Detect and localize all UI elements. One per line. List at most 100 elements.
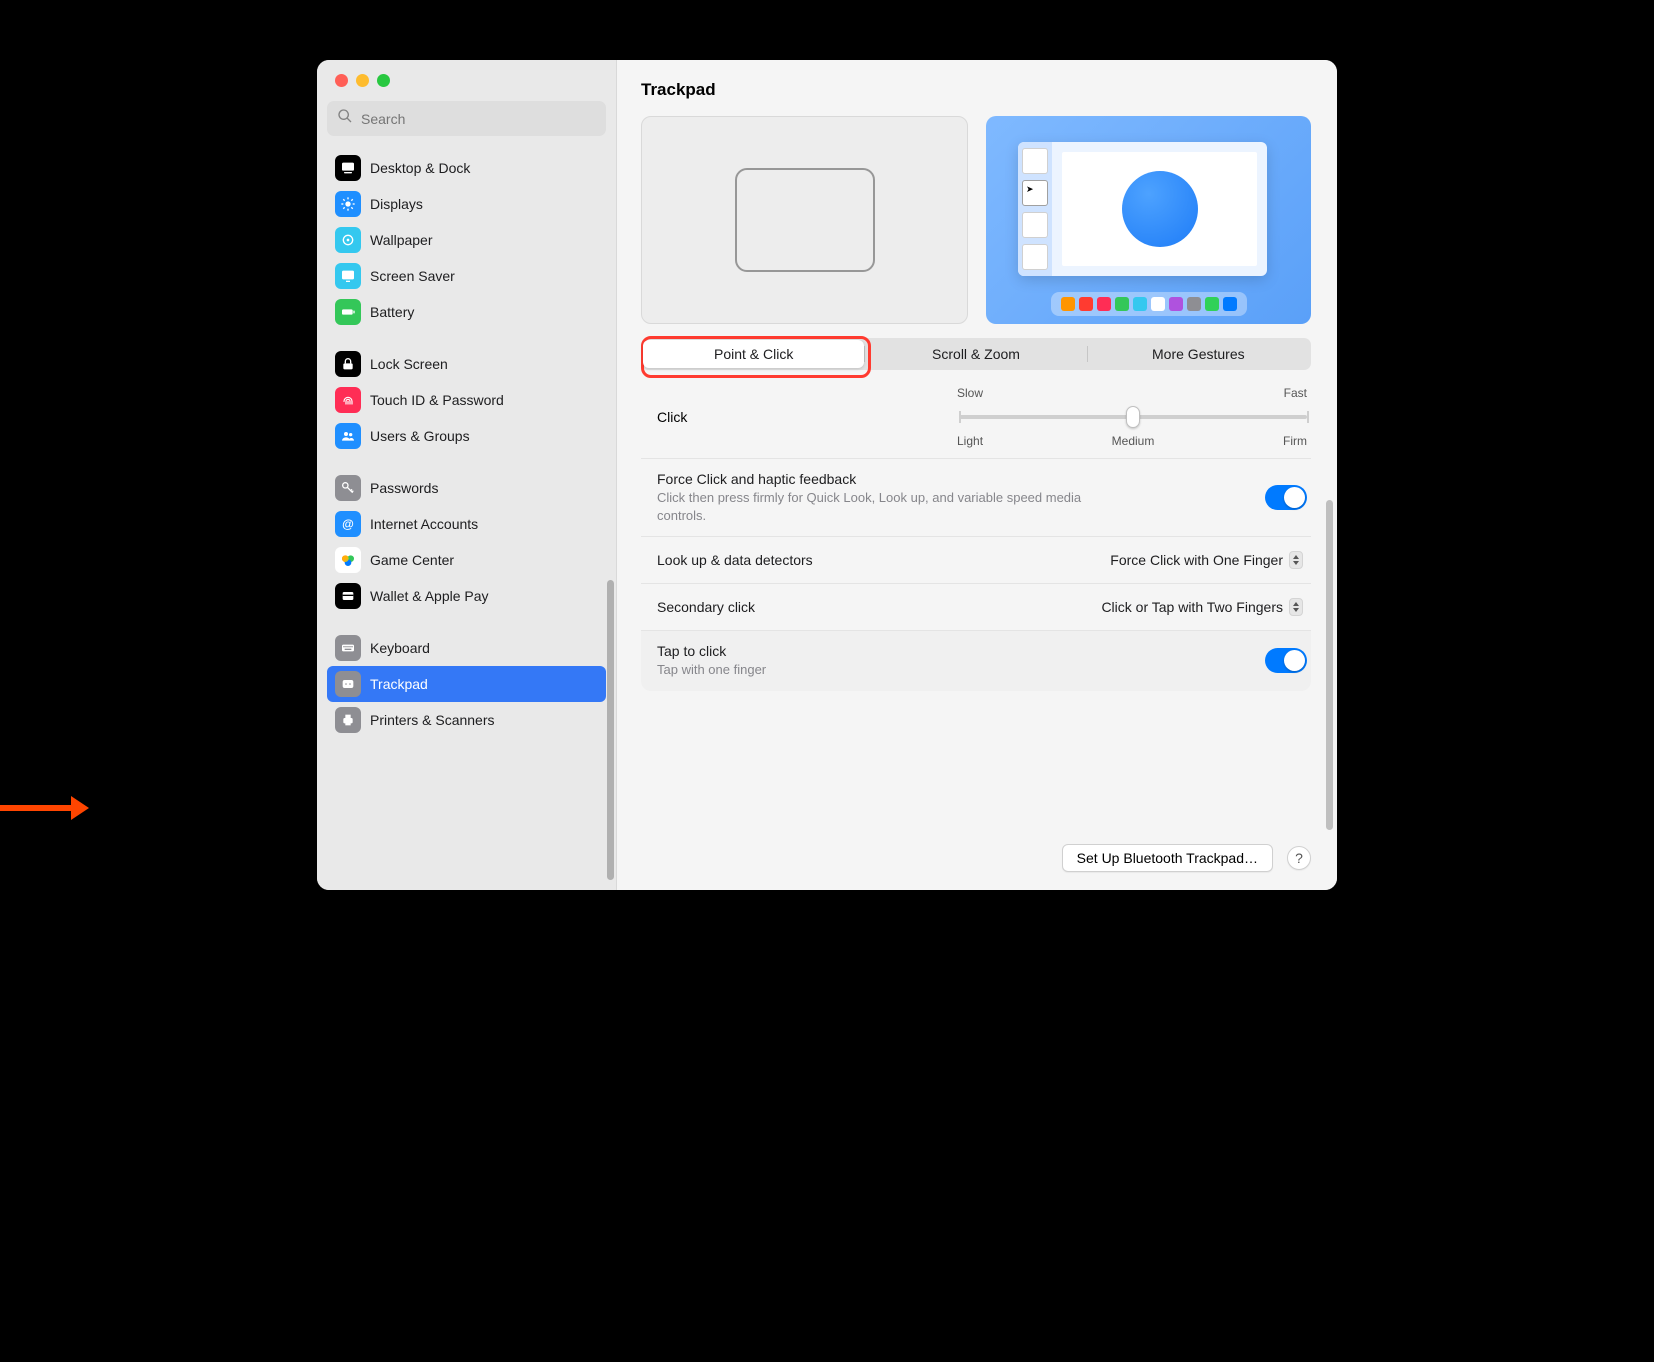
window-controls	[327, 74, 606, 101]
sidebar-item-trackpad[interactable]: Trackpad	[327, 666, 606, 702]
search-input[interactable]	[359, 110, 596, 128]
at-icon: @	[335, 511, 361, 537]
sidebar-item-label: Touch ID & Password	[370, 392, 504, 408]
click-max-label: Firm	[1283, 434, 1307, 448]
sidebar-scrollbar[interactable]	[607, 580, 614, 880]
help-button[interactable]: ?	[1287, 846, 1311, 870]
sidebar-item-label: Keyboard	[370, 640, 430, 656]
force-click-row: Force Click and haptic feedback Click th…	[641, 459, 1311, 537]
demo-dock-item	[1169, 297, 1183, 311]
tap-to-click-row: Tap to click Tap with one finger	[641, 631, 1311, 691]
tab-more-gestures[interactable]: More Gestures	[1088, 340, 1309, 368]
main-scrollbar[interactable]	[1326, 500, 1333, 830]
preview-row: ➤	[641, 116, 1311, 324]
lookup-title: Look up & data detectors	[657, 552, 813, 568]
fullscreen-button[interactable]	[377, 74, 390, 87]
footer: Set Up Bluetooth Trackpad… ?	[641, 832, 1311, 872]
key-icon	[335, 475, 361, 501]
demo-dock	[1051, 292, 1247, 316]
click-min-label: Light	[957, 434, 983, 448]
secondary-click-select[interactable]: Click or Tap with Two Fingers	[1097, 596, 1307, 618]
tab-scroll-zoom[interactable]: Scroll & Zoom	[865, 340, 1086, 368]
demo-thumb	[1022, 148, 1048, 174]
demo-thumb	[1022, 244, 1048, 270]
chevrons-icon	[1289, 551, 1303, 569]
force-click-subtitle: Click then press firmly for Quick Look, …	[657, 489, 1117, 524]
sidebar-item-touch-id-password[interactable]: Touch ID & Password	[327, 382, 606, 418]
trackpad-preview	[641, 116, 968, 324]
search-field[interactable]	[327, 101, 606, 136]
screensaver-icon	[335, 263, 361, 289]
demo-dock-item	[1079, 297, 1093, 311]
sidebar-item-displays[interactable]: Displays	[327, 186, 606, 222]
tap-to-click-title: Tap to click	[657, 643, 766, 659]
demo-thumb	[1022, 212, 1048, 238]
tab-bar: Point & Click Scroll & Zoom More Gesture…	[641, 338, 1311, 370]
lock-icon	[335, 351, 361, 377]
demo-dock-item	[1223, 297, 1237, 311]
sidebar-item-users-groups[interactable]: Users & Groups	[327, 418, 606, 454]
secondary-click-title: Secondary click	[657, 599, 755, 615]
demo-dock-item	[1133, 297, 1147, 311]
click-mid-label: Medium	[1112, 434, 1155, 448]
minimize-button[interactable]	[356, 74, 369, 87]
keyboard-icon	[335, 635, 361, 661]
svg-text:@: @	[342, 517, 354, 531]
wallet-icon	[335, 583, 361, 609]
force-click-toggle[interactable]	[1265, 485, 1307, 510]
secondary-click-row: Secondary click Click or Tap with Two Fi…	[641, 584, 1311, 631]
tracking-max-label: Fast	[1284, 386, 1307, 400]
sidebar-item-battery[interactable]: Battery	[327, 294, 606, 330]
force-click-title: Force Click and haptic feedback	[657, 471, 1117, 487]
demo-circle-icon	[1122, 171, 1198, 247]
demo-dock-item	[1205, 297, 1219, 311]
close-button[interactable]	[335, 74, 348, 87]
sidebar-item-passwords[interactable]: Passwords	[327, 470, 606, 506]
users-icon	[335, 423, 361, 449]
secondary-click-value: Click or Tap with Two Fingers	[1101, 599, 1283, 615]
sidebar-item-label: Screen Saver	[370, 268, 455, 284]
sidebar-item-label: Wallet & Apple Pay	[370, 588, 489, 604]
sidebar-item-lock-screen[interactable]: Lock Screen	[327, 346, 606, 382]
click-slider-label: Click	[657, 409, 937, 425]
trackpad-icon	[335, 671, 361, 697]
gamecenter-icon	[335, 547, 361, 573]
sidebar-item-keyboard[interactable]: Keyboard	[327, 630, 606, 666]
sidebar-item-label: Desktop & Dock	[370, 160, 470, 176]
sidebar-item-label: Passwords	[370, 480, 438, 496]
lookup-select[interactable]: Force Click with One Finger	[1106, 549, 1307, 571]
sidebar-item-label: Game Center	[370, 552, 454, 568]
demo-dock-item	[1097, 297, 1111, 311]
touchid-icon	[335, 387, 361, 413]
slider-knob[interactable]	[1126, 406, 1140, 428]
gesture-demo-preview: ➤	[986, 116, 1311, 324]
printer-icon	[335, 707, 361, 733]
setup-bluetooth-button[interactable]: Set Up Bluetooth Trackpad…	[1062, 844, 1273, 872]
click-slider[interactable]	[959, 404, 1307, 430]
click-pressure-row: Slow Fast Click Light	[641, 384, 1311, 459]
page-title: Trackpad	[641, 80, 1311, 100]
sidebar-item-internet-accounts[interactable]: @ Internet Accounts	[327, 506, 606, 542]
sidebar-item-label: Internet Accounts	[370, 516, 478, 532]
sidebar-item-label: Printers & Scanners	[370, 712, 495, 728]
trackpad-icon	[735, 168, 875, 272]
demo-dock-item	[1061, 297, 1075, 311]
tap-to-click-subtitle: Tap with one finger	[657, 661, 766, 679]
sidebar-item-wallet-apple-pay[interactable]: Wallet & Apple Pay	[327, 578, 606, 614]
search-icon	[337, 108, 359, 129]
cursor-icon: ➤	[1026, 184, 1034, 195]
sidebar-item-wallpaper[interactable]: Wallpaper	[327, 222, 606, 258]
sidebar-item-desktop-dock[interactable]: Desktop & Dock	[327, 150, 606, 186]
demo-dock-item	[1115, 297, 1129, 311]
sidebar-item-game-center[interactable]: Game Center	[327, 542, 606, 578]
sidebar-item-label: Displays	[370, 196, 423, 212]
sidebar-item-label: Wallpaper	[370, 232, 433, 248]
sidebar-item-screen-saver[interactable]: Screen Saver	[327, 258, 606, 294]
sidebar-item-label: Battery	[370, 304, 414, 320]
tap-to-click-toggle[interactable]	[1265, 648, 1307, 673]
sidebar-item-label: Lock Screen	[370, 356, 448, 372]
demo-thumb-selected: ➤	[1022, 180, 1048, 206]
annotation-arrow	[0, 805, 75, 811]
sidebar-item-printers-scanners[interactable]: Printers & Scanners	[327, 702, 606, 738]
tab-point-click[interactable]: Point & Click	[643, 340, 864, 368]
